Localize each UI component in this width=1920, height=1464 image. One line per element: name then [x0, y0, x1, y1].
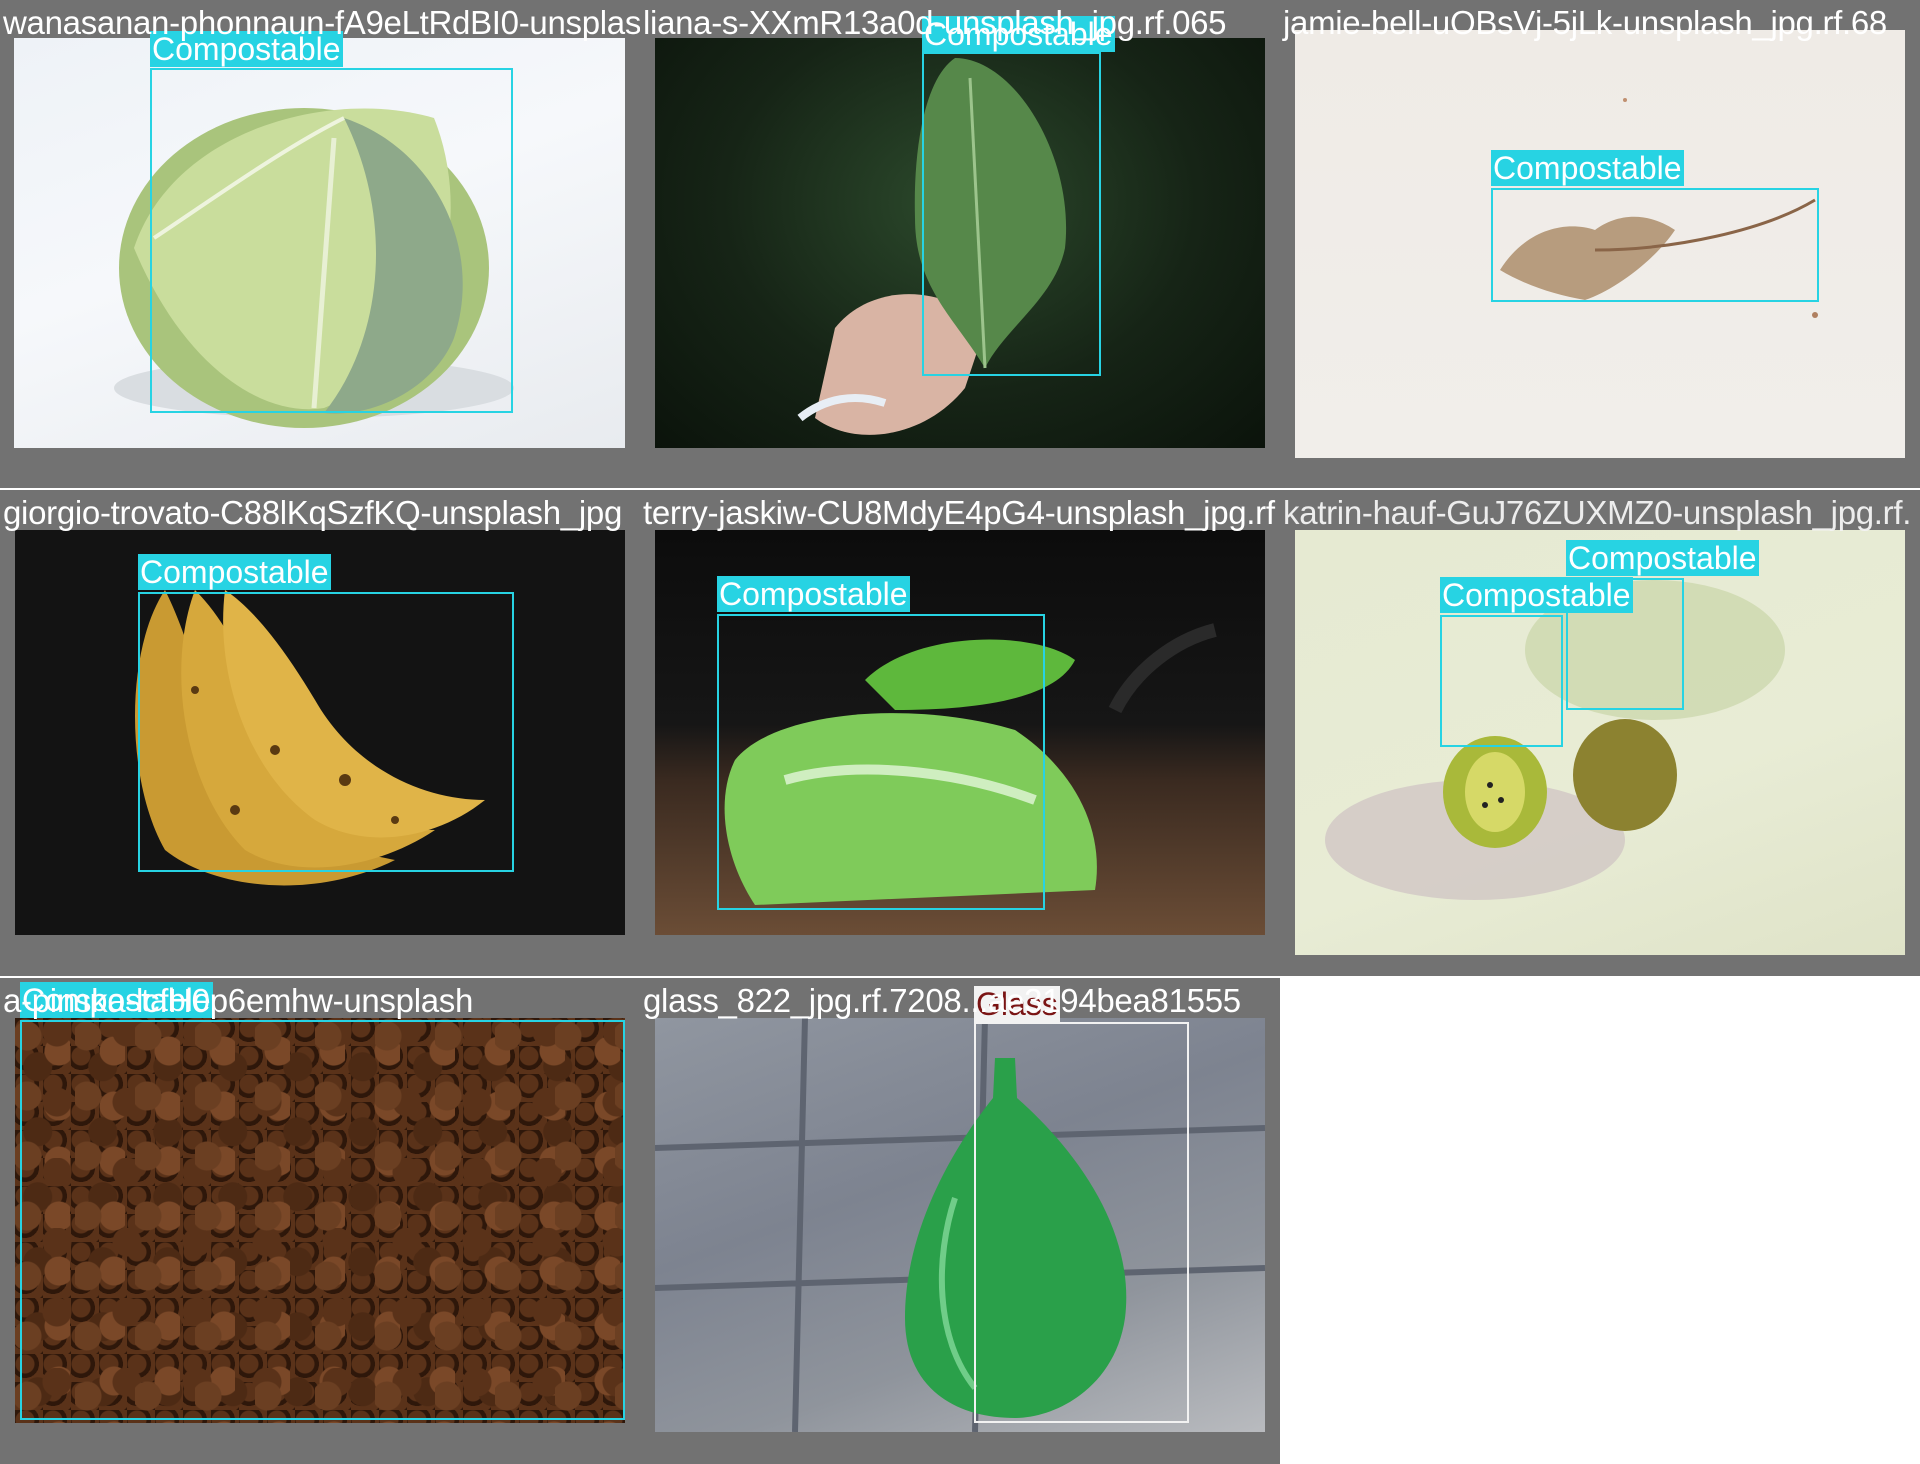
bounding-box — [150, 68, 513, 413]
tile-title: a-pinska-lcfH0p6emhw-unsplash — [3, 982, 474, 1019]
bbox-label: Compostable — [1440, 577, 1633, 613]
tile-title: liana-s-XXmR13a0d-unsplash_jpg.rf.065 — [643, 4, 1227, 41]
tile-title: wanasanan-phonnaun-fA9eLtRdBI0-unsplash_… — [3, 4, 640, 41]
bbox-label: Compostable — [138, 554, 331, 590]
bounding-box — [1440, 615, 1563, 747]
tile-8: glass_822_jpg.rf.7208...ae3194bea81555 G… — [640, 978, 1280, 1464]
tile-6: katrin-hauf-GuJ76ZUXMZ0-unsplash_jpg.rf.… — [1280, 490, 1920, 976]
tile-title: katrin-hauf-GuJ76ZUXMZ0-unsplash_jpg.rf. — [1283, 494, 1912, 531]
tile-7: a-pinska-lcfH0p6emhw-unsplash Compostabl… — [0, 978, 640, 1464]
tile-1: wanasanan-phonnaun-fA9eLtRdBI0-unsplash_… — [0, 0, 640, 488]
bounding-box — [1491, 188, 1819, 302]
bbox-label: Compostable — [717, 576, 910, 612]
tile-2: liana-s-XXmR13a0d-unsplash_jpg.rf.065 Co… — [640, 0, 1280, 488]
bounding-box — [974, 1022, 1189, 1423]
tile-title: terry-jaskiw-CU8MdyE4pG4-unsplash_jpg.rf — [643, 494, 1275, 531]
tile-title: glass_822_jpg.rf.7208...ae3194bea81555 — [643, 982, 1241, 1019]
bounding-box — [922, 52, 1101, 376]
bounding-box — [20, 1020, 625, 1420]
bbox-label: Compostable — [1566, 540, 1759, 576]
empty-grid-cell — [1280, 978, 1920, 1464]
bounding-box — [717, 614, 1045, 910]
tile-4: giorgio-trovato-C88lKqSzfKQ-unsplash_jpg… — [0, 490, 640, 976]
tile-title: jamie-bell-uOBsVj-5jLk-unsplash_jpg.rf.6… — [1283, 4, 1887, 41]
bounding-box — [138, 592, 514, 872]
tile-title: giorgio-trovato-C88lKqSzfKQ-unsplash_jpg — [3, 494, 622, 531]
bbox-label: Compostable — [1491, 150, 1684, 186]
tile-5: terry-jaskiw-CU8MdyE4pG4-unsplash_jpg.rf… — [640, 490, 1280, 976]
tile-3: jamie-bell-uOBsVj-5jLk-unsplash_jpg.rf.6… — [1280, 0, 1920, 488]
